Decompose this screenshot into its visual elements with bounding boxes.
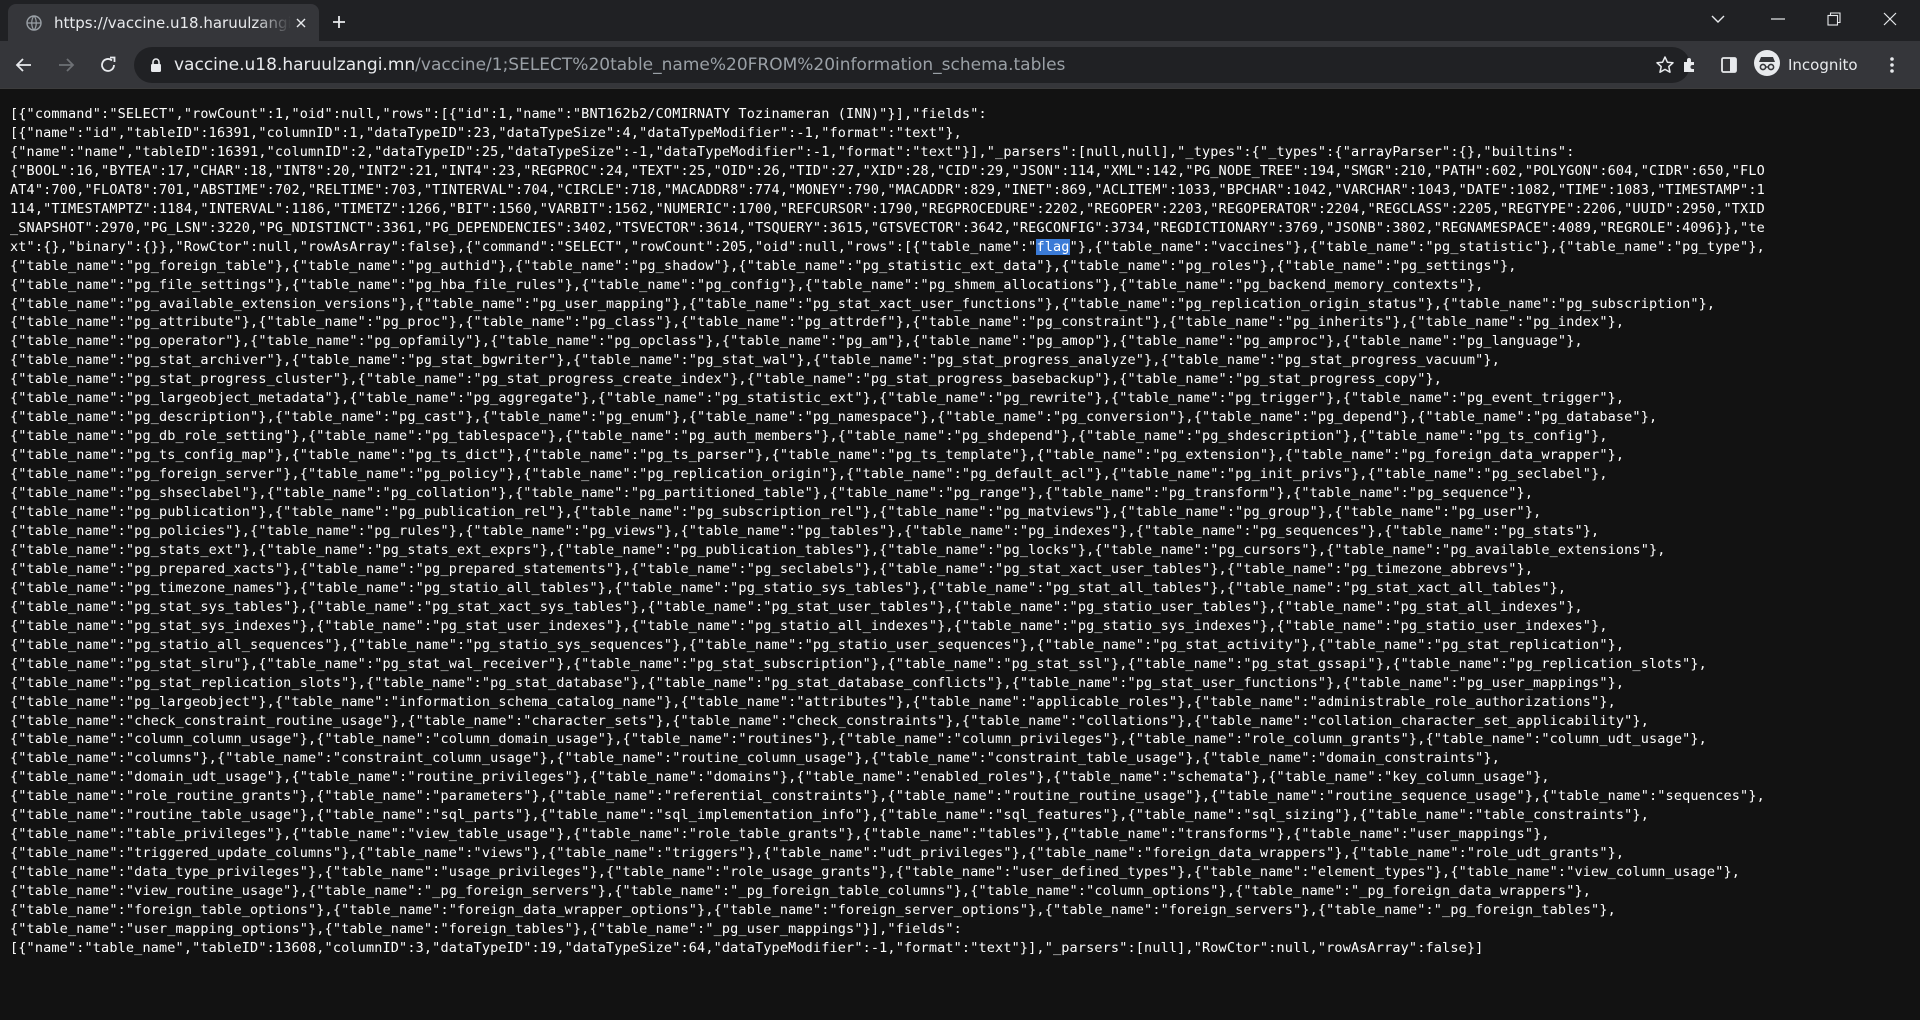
restore-icon[interactable]	[1806, 0, 1862, 38]
response-line: {"table_name":"pg_statio_all_sequences"}…	[10, 636, 1625, 653]
response-line: {"BOOL":16,"BYTEA":17,"CHAR":18,"INT8":2…	[10, 162, 1765, 179]
new-tab-icon[interactable]	[327, 10, 351, 34]
minimize-icon[interactable]	[1750, 0, 1806, 38]
response-line: {"table_name":"domain_udt_usage"},{"tabl…	[10, 769, 1550, 786]
response-line: {"table_name":"pg_largeobject"},{"table_…	[10, 693, 1616, 710]
response-line: {"table_name":"pg_stat_sys_indexes"},{"t…	[10, 617, 1608, 634]
response-line: {"table_name":"pg_policies"},{"table_nam…	[10, 522, 1600, 539]
response-line: [{"command":"SELECT","rowCount":1,"oid":…	[10, 106, 987, 122]
address-bar[interactable]: vaccine.u18.haruulzangi.mn/vaccine/1;SEL…	[134, 47, 1690, 83]
response-line: {"table_name":"pg_largeobject_metadata"}…	[10, 390, 1625, 407]
response-line: {"table_name":"pg_stat_progress_cluster"…	[10, 371, 1443, 388]
browser-tab[interactable]: https://vaccine.u18.haruulzangi.mn/vacci…	[8, 4, 319, 41]
response-line: xt":{},"binary":{}},"RowCtor":null,"rowA…	[10, 238, 1765, 255]
response-line: {"table_name":"pg_available_extension_ve…	[10, 295, 1716, 312]
response-line: {"table_name":"pg_foreign_server"},{"tab…	[10, 466, 1608, 483]
response-line: {"table_name":"foreign_table_options"},{…	[10, 902, 1616, 919]
close-window-icon[interactable]	[1862, 0, 1918, 38]
incognito-icon	[1754, 50, 1780, 80]
response-line: {"table_name":"table_privileges"},{"tabl…	[10, 826, 1550, 843]
page-content: [{"command":"SELECT","rowCount":1,"oid":…	[0, 89, 1920, 1020]
response-line: {"table_name":"pg_ts_config_map"},{"tabl…	[10, 447, 1625, 464]
response-line: {"table_name":"pg_foreign_table"},{"tabl…	[10, 257, 1517, 274]
bookmark-star-icon[interactable]	[1654, 54, 1676, 76]
tab-title: https://vaccine.u18.haruulzangi.mn/vacci…	[54, 13, 291, 32]
menu-kebab-icon[interactable]	[1876, 49, 1908, 81]
response-line: _SNAPSHOT":2970,"PG_LSN":3220,"PG_NDISTI…	[10, 219, 1765, 236]
tab-search-icon[interactable]	[1690, 0, 1746, 38]
response-line: [{"name":"table_name","tableID":13608,"c…	[10, 939, 1484, 956]
incognito-profile-button[interactable]: Incognito	[1754, 48, 1858, 82]
response-line: {"table_name":"pg_prepared_xacts"},{"tab…	[10, 560, 1534, 577]
response-line: {"table_name":"pg_timezone_names"},{"tab…	[10, 579, 1567, 596]
reload-icon[interactable]	[92, 49, 124, 81]
response-line: {"table_name":"pg_stat_replication_slots…	[10, 674, 1625, 691]
response-line: {"table_name":"triggered_update_columns"…	[10, 845, 1625, 862]
response-line: {"table_name":"pg_file_settings"},{"tabl…	[10, 276, 1484, 293]
response-line: {"table_name":"pg_publication"},{"table_…	[10, 504, 1542, 521]
response-line: {"table_name":"pg_description"},{"table_…	[10, 409, 1658, 426]
browser-toolbar: vaccine.u18.haruulzangi.mn/vaccine/1;SEL…	[0, 41, 1920, 89]
response-line: {"table_name":"role_routine_grants"},{"t…	[10, 788, 1765, 805]
response-line: {"table_name":"pg_operator"},{"table_nam…	[10, 333, 1583, 350]
response-line: {"table_name":"columns"},{"table_name":"…	[10, 750, 1500, 767]
url-text: vaccine.u18.haruulzangi.mn/vaccine/1;SEL…	[174, 55, 1065, 75]
lock-icon[interactable]	[148, 57, 164, 73]
selected-text-flag: flag	[1036, 238, 1070, 255]
forward-icon[interactable]	[50, 49, 82, 81]
side-panel-icon[interactable]	[1713, 49, 1745, 81]
tab-strip: https://vaccine.u18.haruulzangi.mn/vacci…	[0, 0, 1920, 41]
response-line: {"table_name":"pg_attribute"},{"table_na…	[10, 314, 1625, 331]
response-line: {"table_name":"pg_shseclabel"},{"table_n…	[10, 485, 1534, 502]
response-line: {"table_name":"pg_stat_slru"},{"table_na…	[10, 655, 1707, 672]
response-line: {"table_name":"view_routine_usage"},{"ta…	[10, 883, 1592, 900]
response-line: {"name":"name","tableID":16391,"columnID…	[10, 143, 1575, 160]
response-line: {"table_name":"pg_db_role_setting"},{"ta…	[10, 428, 1608, 445]
response-line: {"table_name":"column_column_usage"},{"t…	[10, 731, 1707, 748]
response-line: {"table_name":"pg_stats_ext"},{"table_na…	[10, 541, 1666, 558]
incognito-label: Incognito	[1788, 56, 1858, 74]
response-line: [{"name":"id","tableID":16391,"columnID"…	[10, 124, 962, 141]
response-line: {"table_name":"pg_stat_archiver"},{"tabl…	[10, 352, 1500, 369]
back-icon[interactable]	[8, 49, 40, 81]
close-tab-icon[interactable]	[291, 13, 311, 33]
extensions-icon[interactable]	[1674, 49, 1706, 81]
response-line: 114,"TIMESTAMPTZ":1184,"INTERVAL":1186,"…	[10, 200, 1765, 217]
response-line: AT4":700,"FLOAT8":701,"ABSTIME":702,"REL…	[10, 181, 1765, 198]
url-host: vaccine.u18.haruulzangi.mn	[174, 55, 416, 75]
response-line: {"table_name":"user_mapping_options"},{"…	[10, 920, 962, 937]
json-response-body[interactable]: [{"command":"SELECT","rowCount":1,"oid":…	[10, 105, 1920, 958]
response-line: {"table_name":"check_constraint_routine_…	[10, 712, 1649, 729]
response-line: {"table_name":"routine_table_usage"},{"t…	[10, 807, 1649, 824]
globe-icon	[26, 14, 42, 31]
response-line: {"table_name":"pg_stat_sys_tables"},{"ta…	[10, 598, 1583, 615]
response-line: {"table_name":"data_type_privileges"},{"…	[10, 864, 1741, 881]
url-path: /vaccine/1;SELECT%20table_name%20FROM%20…	[415, 55, 1066, 75]
